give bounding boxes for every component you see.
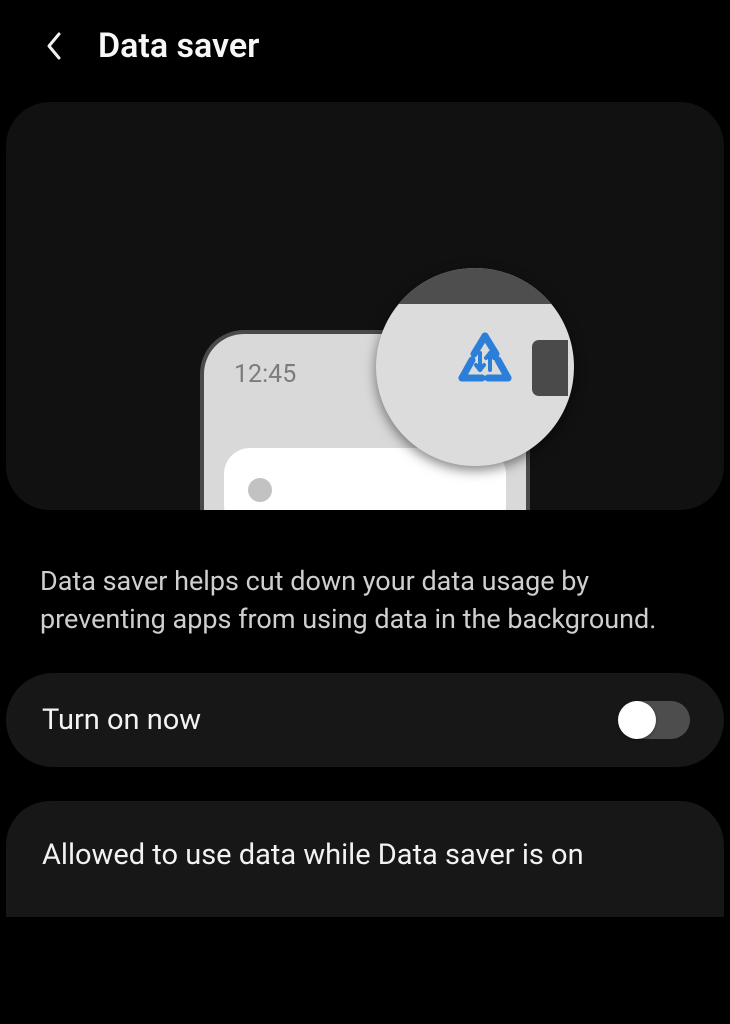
magnifier	[376, 268, 574, 466]
illustration-card: 12:45	[6, 102, 724, 510]
turn-on-now-switch[interactable]	[618, 701, 690, 739]
data-saver-icon	[450, 328, 520, 398]
description-text: Data saver helps cut down your data usag…	[0, 510, 730, 673]
turn-on-now-row[interactable]: Turn on now	[6, 673, 724, 767]
header: Data saver	[0, 0, 730, 88]
turn-on-now-label: Turn on now	[42, 703, 201, 737]
phone-time: 12:45	[234, 360, 296, 389]
battery-icon	[532, 340, 568, 396]
page-title: Data saver	[98, 26, 259, 66]
chevron-left-icon	[44, 31, 64, 61]
phone-dot	[248, 478, 272, 502]
magnifier-top	[376, 268, 574, 304]
allowed-apps-row[interactable]: Allowed to use data while Data saver is …	[6, 801, 724, 918]
allowed-apps-label: Allowed to use data while Data saver is …	[42, 838, 584, 872]
back-button[interactable]	[40, 32, 68, 60]
switch-knob	[618, 701, 656, 739]
